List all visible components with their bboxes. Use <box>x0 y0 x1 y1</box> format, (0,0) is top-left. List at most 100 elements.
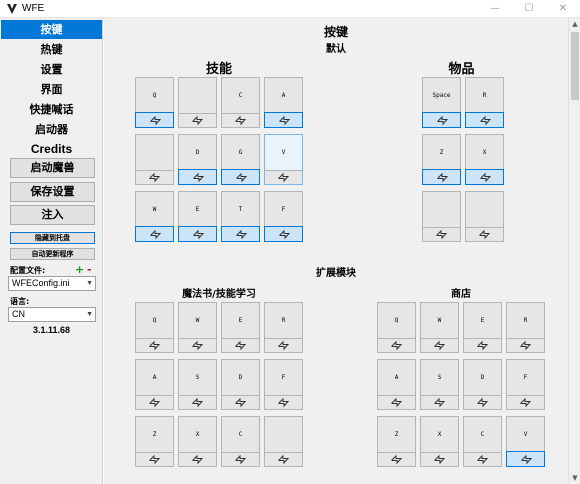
autocast-toggle-icon[interactable] <box>178 169 217 185</box>
autocast-toggle-icon[interactable] <box>179 395 216 409</box>
shop-key-card[interactable]: D <box>463 359 502 410</box>
autocast-toggle-icon[interactable] <box>465 169 504 185</box>
spellbook-key-card[interactable]: R <box>264 302 303 353</box>
skill-key-card[interactable]: A <box>264 77 303 128</box>
autocast-toggle-icon[interactable] <box>179 452 216 466</box>
autocast-toggle-icon[interactable] <box>221 169 260 185</box>
autocast-toggle-icon[interactable] <box>221 226 260 242</box>
add-config-button[interactable]: + <box>75 264 84 275</box>
spellbook-key-card[interactable] <box>264 416 303 467</box>
maximize-button[interactable]: ☐ <box>512 0 546 18</box>
autocast-toggle-icon[interactable] <box>179 338 216 352</box>
autocast-toggle-icon[interactable] <box>423 227 460 241</box>
save-settings-button[interactable]: 保存设置 <box>10 182 95 202</box>
autocast-toggle-icon[interactable] <box>265 395 302 409</box>
remove-config-button[interactable]: - <box>87 264 92 275</box>
autocast-toggle-icon[interactable] <box>179 113 216 127</box>
autocast-toggle-icon[interactable] <box>264 226 303 242</box>
autocast-toggle-icon[interactable] <box>136 395 173 409</box>
item-key-card[interactable] <box>465 191 504 242</box>
shop-key-card[interactable]: F <box>506 359 545 410</box>
shop-key-card[interactable]: A <box>377 359 416 410</box>
scroll-up-icon[interactable]: ▲ <box>569 18 580 30</box>
shop-key-card[interactable]: Q <box>377 302 416 353</box>
launch-warcraft-button[interactable]: 启动魔兽 <box>10 158 95 178</box>
nav-item-6[interactable]: Credits <box>1 140 102 159</box>
skill-key-card[interactable]: F <box>264 191 303 242</box>
autocast-toggle-icon[interactable] <box>422 169 461 185</box>
skill-key-card[interactable]: W <box>135 191 174 242</box>
spellbook-key-card[interactable]: C <box>221 416 260 467</box>
autocast-toggle-icon[interactable] <box>422 112 461 128</box>
nav-item-2[interactable]: 设置 <box>1 60 102 79</box>
skill-key-card[interactable] <box>135 134 174 185</box>
minimize-button[interactable]: — <box>478 0 512 18</box>
item-key-card[interactable]: R <box>465 77 504 128</box>
item-key-card[interactable]: X <box>465 134 504 185</box>
scroll-down-icon[interactable]: ▼ <box>569 472 580 484</box>
autocast-toggle-icon[interactable] <box>464 338 501 352</box>
close-button[interactable]: ✕ <box>546 0 580 18</box>
item-key-card[interactable]: Z <box>422 134 461 185</box>
autocast-toggle-icon[interactable] <box>466 227 503 241</box>
spellbook-key-card[interactable]: E <box>221 302 260 353</box>
autocast-toggle-icon[interactable] <box>421 452 458 466</box>
skill-key-card[interactable]: T <box>221 191 260 242</box>
item-key-card[interactable]: Space <box>422 77 461 128</box>
autocast-toggle-icon[interactable] <box>378 452 415 466</box>
autocast-toggle-icon[interactable] <box>265 338 302 352</box>
autocast-toggle-icon[interactable] <box>136 452 173 466</box>
spellbook-key-card[interactable]: F <box>264 359 303 410</box>
autocast-toggle-icon[interactable] <box>507 338 544 352</box>
shop-key-card[interactable]: V <box>506 416 545 467</box>
nav-item-5[interactable]: 启动器 <box>1 120 102 139</box>
autocast-toggle-icon[interactable] <box>378 395 415 409</box>
shop-key-card[interactable]: C <box>463 416 502 467</box>
nav-item-0[interactable]: 按键 <box>1 20 102 39</box>
spellbook-key-card[interactable]: Q <box>135 302 174 353</box>
autocast-toggle-icon[interactable] <box>265 170 302 184</box>
hide-to-tray-button[interactable]: 隐藏到托盘 <box>10 232 95 244</box>
autocast-toggle-icon[interactable] <box>135 226 174 242</box>
skill-key-card[interactable]: V <box>264 134 303 185</box>
skill-key-card[interactable]: Q <box>135 77 174 128</box>
scroll-thumb[interactable] <box>571 32 579 100</box>
shop-key-card[interactable]: R <box>506 302 545 353</box>
autocast-toggle-icon[interactable] <box>264 112 303 128</box>
shop-key-card[interactable]: W <box>420 302 459 353</box>
nav-item-4[interactable]: 快捷喊话 <box>1 100 102 119</box>
autocast-toggle-icon[interactable] <box>465 112 504 128</box>
skill-key-card[interactable]: C <box>221 77 260 128</box>
autocast-toggle-icon[interactable] <box>378 338 415 352</box>
autocast-toggle-icon[interactable] <box>464 452 501 466</box>
spellbook-key-card[interactable]: Z <box>135 416 174 467</box>
spellbook-key-card[interactable]: W <box>178 302 217 353</box>
auto-update-button[interactable]: 自动更新程序 <box>10 248 95 260</box>
inject-button[interactable]: 注入 <box>10 205 95 225</box>
skill-key-card[interactable]: D <box>178 134 217 185</box>
autocast-toggle-icon[interactable] <box>136 338 173 352</box>
autocast-toggle-icon[interactable] <box>178 226 217 242</box>
skill-key-card[interactable]: G <box>221 134 260 185</box>
autocast-toggle-icon[interactable] <box>507 395 544 409</box>
autocast-toggle-icon[interactable] <box>222 113 259 127</box>
autocast-toggle-icon[interactable] <box>421 395 458 409</box>
autocast-toggle-icon[interactable] <box>222 338 259 352</box>
autocast-toggle-icon[interactable] <box>421 338 458 352</box>
spellbook-key-card[interactable]: D <box>221 359 260 410</box>
autocast-toggle-icon[interactable] <box>265 452 302 466</box>
autocast-toggle-icon[interactable] <box>464 395 501 409</box>
shop-key-card[interactable]: Z <box>377 416 416 467</box>
autocast-toggle-icon[interactable] <box>136 170 173 184</box>
shop-key-card[interactable]: S <box>420 359 459 410</box>
autocast-toggle-icon[interactable] <box>135 112 174 128</box>
spellbook-key-card[interactable]: X <box>178 416 217 467</box>
shop-key-card[interactable]: X <box>420 416 459 467</box>
skill-key-card[interactable] <box>178 77 217 128</box>
language-select[interactable]: CN ▼ <box>8 307 96 322</box>
skill-key-card[interactable]: E <box>178 191 217 242</box>
autocast-toggle-icon[interactable] <box>506 451 545 467</box>
item-key-card[interactable] <box>422 191 461 242</box>
spellbook-key-card[interactable]: A <box>135 359 174 410</box>
spellbook-key-card[interactable]: S <box>178 359 217 410</box>
